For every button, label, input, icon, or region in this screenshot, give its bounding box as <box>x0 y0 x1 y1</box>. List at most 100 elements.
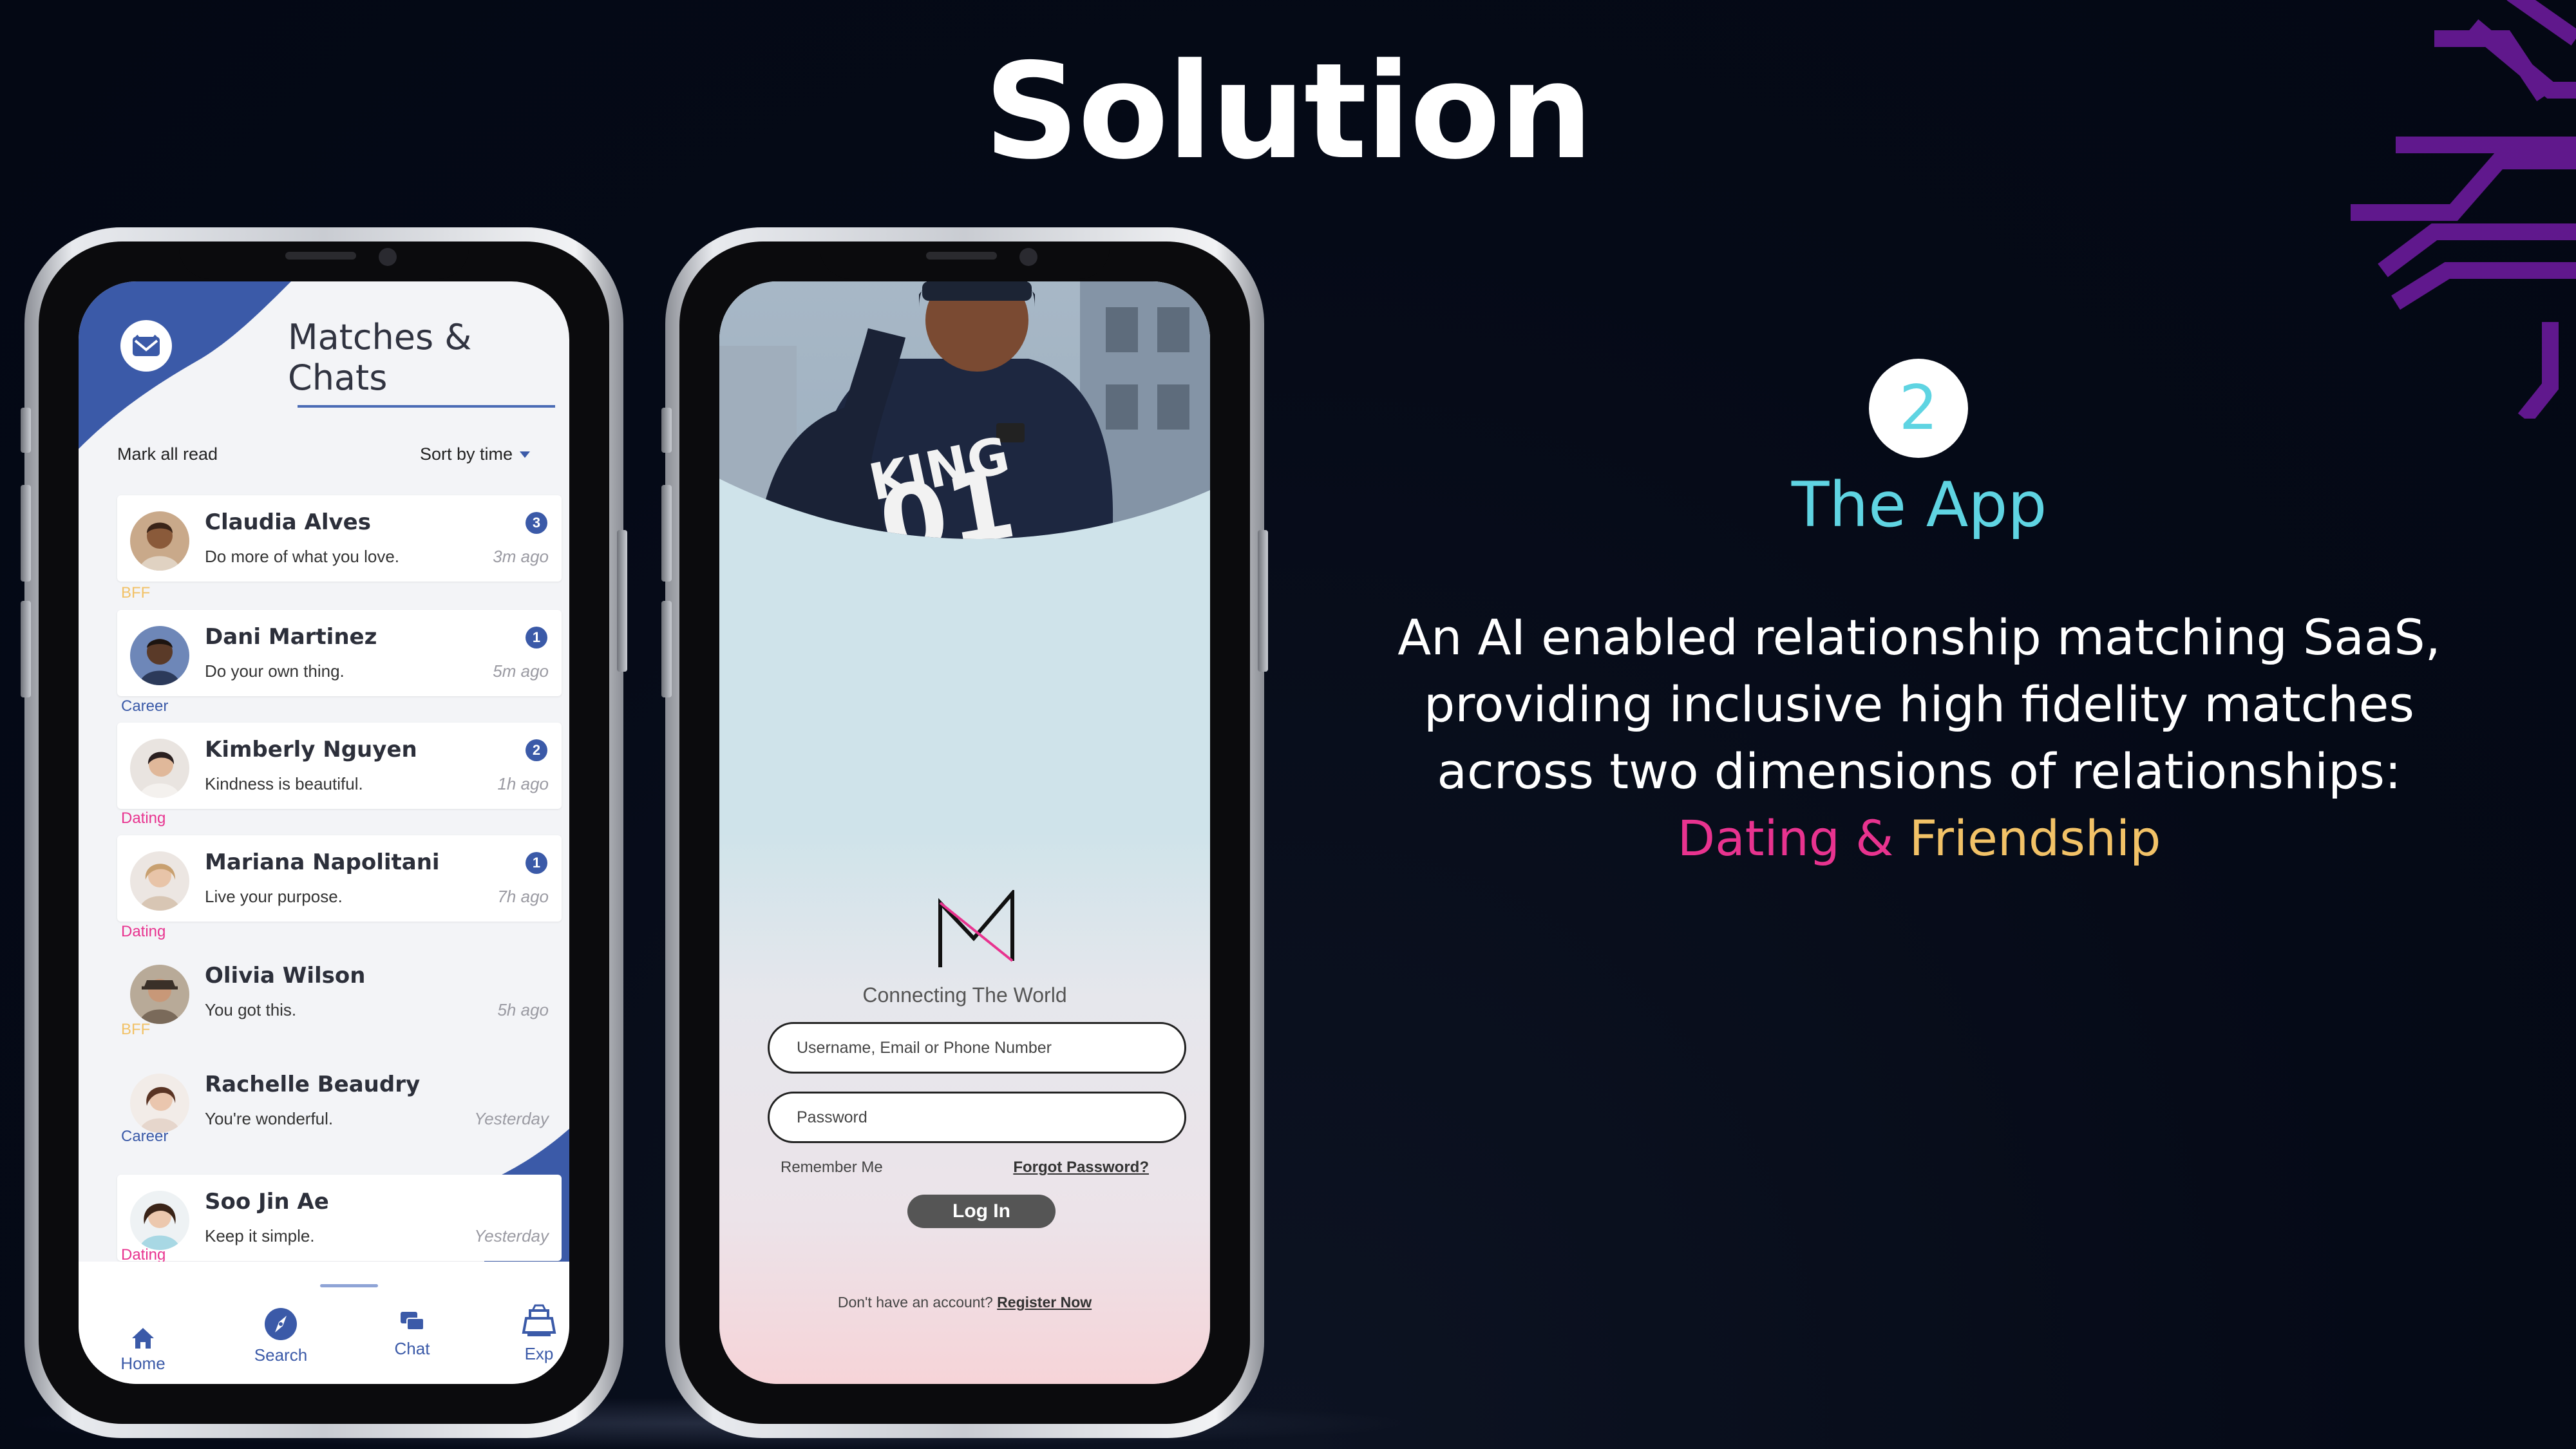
message-time: 5h ago <box>497 1000 549 1019</box>
contact-name: Olivia Wilson <box>205 963 366 989</box>
contact-name: Dani Martinez <box>205 624 377 650</box>
caret-down-icon <box>520 451 530 458</box>
nav-label: Chat <box>394 1339 430 1358</box>
last-message: Keep it simple. <box>205 1226 315 1245</box>
nav-label: Search <box>254 1345 308 1365</box>
chat-card[interactable]: Mariana Napolitani Live your purpose. 7h… <box>117 835 562 922</box>
app-logo-icon[interactable] <box>120 320 172 372</box>
forgot-password-link[interactable]: Forgot Password? <box>1013 1159 1149 1177</box>
avatar <box>130 626 189 685</box>
relationship-tag: Dating <box>121 810 166 827</box>
explore-icon <box>522 1304 556 1336</box>
description-line: across two dimensions of relationships: <box>1437 743 2401 800</box>
slide-title: Solution <box>984 35 1593 189</box>
unread-count-badge: 2 <box>526 739 547 761</box>
login-button[interactable]: Log In <box>907 1195 1056 1228</box>
no-account-text: Don't have an account? <box>837 1294 993 1311</box>
mark-all-read-button[interactable]: Mark all read <box>117 444 218 464</box>
relationship-tag: Career <box>121 1128 169 1145</box>
home-icon <box>132 1328 154 1349</box>
tagline: Connecting The World <box>862 983 1067 1007</box>
side-button <box>1258 530 1268 672</box>
chat-card[interactable]: Dani Martinez Do your own thing. 5m ago … <box>117 610 562 696</box>
message-time: Yesterday <box>474 1109 549 1128</box>
friendship-highlight: Friendship <box>1909 810 2161 867</box>
message-time: 1h ago <box>497 774 549 793</box>
last-message: You're wonderful. <box>205 1109 334 1128</box>
last-message: Live your purpose. <box>205 887 343 906</box>
section-number-badge: 2 <box>1869 359 1968 458</box>
last-message: Do more of what you love. <box>205 547 400 566</box>
side-button <box>617 530 627 672</box>
register-link[interactable]: Register Now <box>997 1294 1092 1311</box>
unread-count-badge: 3 <box>526 512 547 534</box>
matches-screen: Matches & Chats Mark all read Sort by ti… <box>79 281 569 1384</box>
phone-matches-chats: Matches & Chats Mark all read Sort by ti… <box>21 227 627 1438</box>
nav-explore[interactable]: Exp <box>494 1304 569 1364</box>
side-button <box>21 601 31 697</box>
chat-card[interactable]: Claudia Alves Do more of what you love. … <box>117 495 562 582</box>
remember-me-checkbox[interactable]: Remember Me <box>781 1159 883 1177</box>
phone-login: KING 01 Connecting The World Username, E… <box>661 227 1268 1438</box>
contact-name: Mariana Napolitani <box>205 849 440 875</box>
description: An AI enabled relationship matching SaaS… <box>1372 604 2467 872</box>
nav-chat[interactable]: Chat <box>367 1302 457 1359</box>
sort-label: Sort by time <box>419 444 513 464</box>
password-input[interactable]: Password <box>768 1092 1186 1143</box>
side-button <box>21 408 31 453</box>
avatar <box>130 851 189 911</box>
compass-icon <box>265 1308 297 1340</box>
phone-notch <box>179 242 469 279</box>
avatar <box>130 1191 189 1250</box>
relationship-tag: Career <box>121 697 169 715</box>
bottom-navigation: Home Search Chat Exp <box>79 1262 569 1384</box>
description-line: providing inclusive high fidelity matche… <box>1424 676 2414 733</box>
side-button <box>661 408 672 453</box>
title-underline <box>298 405 555 408</box>
message-time: 7h ago <box>497 887 549 906</box>
nav-label: Exp <box>524 1344 554 1363</box>
hero-photo: KING 01 <box>719 281 1210 539</box>
avatar <box>130 1074 189 1133</box>
section-title: The App <box>1791 469 2047 541</box>
side-button <box>661 485 672 582</box>
message-time: 5m ago <box>493 661 549 681</box>
message-time: Yesterday <box>474 1226 549 1245</box>
phone-bezel: Matches & Chats Mark all read Sort by ti… <box>39 242 609 1424</box>
screen-title: Matches & Chats <box>288 317 472 398</box>
avatar <box>130 739 189 798</box>
contact-name: Kimberly Nguyen <box>205 737 417 762</box>
chat-card[interactable]: Olivia Wilson You got this. 5h ago <box>117 949 562 1035</box>
contact-name: Claudia Alves <box>205 509 371 535</box>
relationship-tag: Dating <box>121 923 166 940</box>
phone-notch <box>820 242 1110 279</box>
nav-home[interactable]: Home <box>98 1316 188 1374</box>
side-button <box>21 485 31 582</box>
ampersand: & <box>1839 810 1909 867</box>
dating-highlight: Dating <box>1677 810 1840 867</box>
active-tab-indicator <box>320 1284 378 1287</box>
avatar <box>130 965 189 1024</box>
register-row: Don't have an account? Register Now <box>719 1294 1210 1311</box>
avatar <box>130 511 189 571</box>
unread-count-badge: 1 <box>526 627 547 649</box>
chat-card[interactable]: Soo Jin Ae Keep it simple. Yesterday <box>117 1175 562 1261</box>
last-message: Kindness is beautiful. <box>205 774 363 793</box>
side-button <box>661 601 672 697</box>
description-line: An AI enabled relationship matching SaaS… <box>1397 609 2441 666</box>
sort-dropdown[interactable]: Sort by time <box>420 444 531 464</box>
last-message: Do your own thing. <box>205 661 345 681</box>
unread-count-badge: 1 <box>526 852 547 874</box>
app-logo-m-icon <box>938 890 1014 967</box>
chat-card[interactable]: Kimberly Nguyen Kindness is beautiful. 1… <box>117 723 562 809</box>
contact-name: Rachelle Beaudry <box>205 1072 421 1097</box>
nav-search[interactable]: Search <box>236 1308 326 1365</box>
login-screen: KING 01 Connecting The World Username, E… <box>719 281 1210 1384</box>
relationship-tag: BFF <box>121 584 151 601</box>
relationship-tag: BFF <box>121 1021 151 1038</box>
username-input[interactable]: Username, Email or Phone Number <box>768 1022 1186 1074</box>
phone-bezel: KING 01 Connecting The World Username, E… <box>679 242 1250 1424</box>
message-time: 3m ago <box>493 547 549 566</box>
chat-card[interactable]: Rachelle Beaudry You're wonderful. Yeste… <box>117 1057 562 1144</box>
contact-name: Soo Jin Ae <box>205 1189 329 1215</box>
